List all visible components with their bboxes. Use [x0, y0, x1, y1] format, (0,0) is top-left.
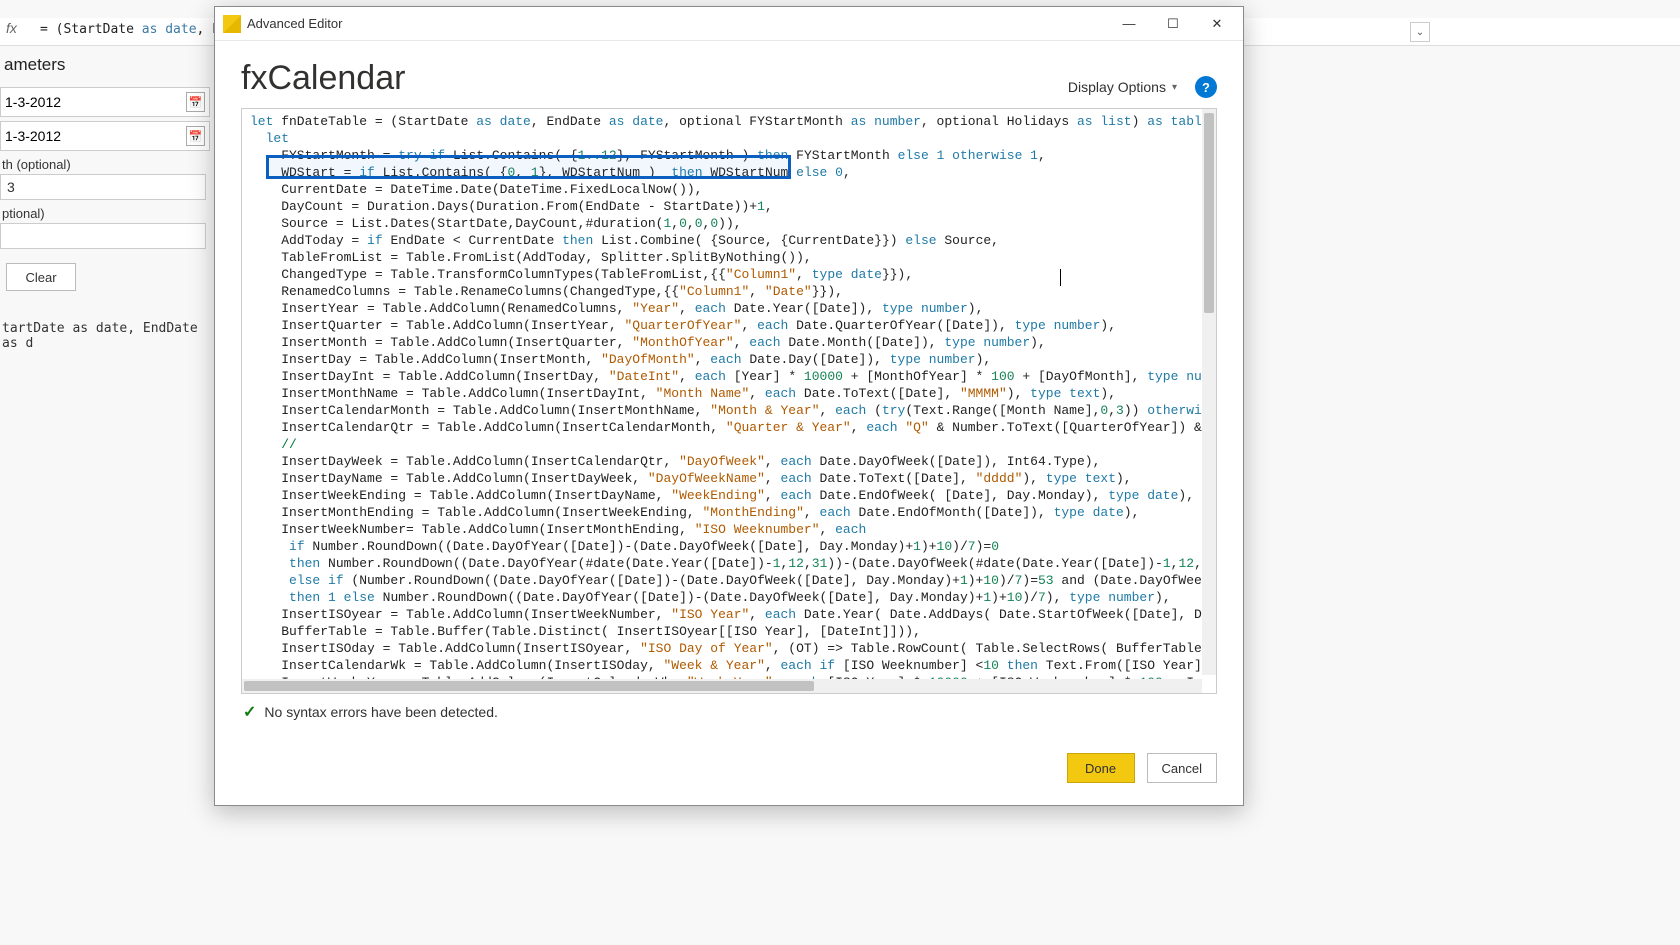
title-bar: Advanced Editor — ☐ ✕ — [215, 7, 1243, 41]
month-input-box[interactable]: 3 — [0, 174, 206, 200]
vertical-scroll-thumb[interactable] — [1204, 113, 1214, 313]
month-optional-label: th (optional) — [0, 157, 210, 172]
month-value: 3 — [7, 179, 15, 195]
optional-label: ptional) — [0, 206, 210, 221]
start-date-field[interactable]: 📅 — [0, 87, 210, 117]
maximize-button[interactable]: ☐ — [1151, 8, 1195, 40]
check-icon: ✓ — [243, 702, 256, 722]
expand-icon[interactable]: ⌄ — [1410, 22, 1430, 42]
vertical-scrollbar[interactable] — [1202, 109, 1216, 675]
parameters-header: ameters — [0, 55, 210, 75]
clear-button[interactable]: Clear — [6, 263, 76, 291]
minimize-button[interactable]: — — [1107, 8, 1151, 40]
optional-input-box[interactable] — [0, 223, 206, 249]
end-date-field[interactable]: 📅 — [0, 121, 210, 151]
start-date-input[interactable] — [5, 94, 186, 110]
query-name: fxCalendar — [241, 59, 405, 98]
status-row: ✓ No syntax errors have been detected. — [215, 694, 1243, 722]
chevron-down-icon: ▾ — [1172, 82, 1177, 93]
formula-text: = (StartDate as date, En — [40, 22, 228, 37]
dialog-title: Advanced Editor — [247, 16, 342, 31]
status-text: No syntax errors have been detected. — [264, 704, 497, 720]
close-button[interactable]: ✕ — [1195, 8, 1239, 40]
advanced-editor-dialog: Advanced Editor — ☐ ✕ fxCalendar Display… — [214, 6, 1244, 806]
function-def-text: tartDate as date, EndDate as d — [0, 321, 210, 351]
parameters-panel: ameters 📅 📅 th (optional) 3 ptional) Cle… — [0, 55, 210, 351]
text-caret — [1060, 269, 1061, 286]
calendar-icon[interactable]: 📅 — [186, 92, 205, 112]
button-row: Done Cancel — [215, 737, 1243, 805]
done-button[interactable]: Done — [1067, 753, 1135, 783]
code-editor[interactable]: let fnDateTable = (StartDate as date, En… — [241, 108, 1217, 694]
cancel-button[interactable]: Cancel — [1147, 753, 1217, 783]
horizontal-scrollbar[interactable] — [242, 679, 1202, 693]
calendar-icon[interactable]: 📅 — [186, 126, 205, 146]
end-date-input[interactable] — [5, 128, 186, 144]
app-icon — [223, 15, 241, 33]
display-options-label: Display Options — [1068, 79, 1166, 95]
header-row: fxCalendar Display Options ▾ ? — [215, 41, 1243, 108]
help-icon[interactable]: ? — [1195, 76, 1217, 98]
fx-label: fx — [6, 20, 17, 36]
horizontal-scroll-thumb[interactable] — [244, 681, 814, 691]
code-text[interactable]: let fnDateTable = (StartDate as date, En… — [242, 109, 1202, 679]
display-options-button[interactable]: Display Options ▾ — [1068, 79, 1177, 95]
